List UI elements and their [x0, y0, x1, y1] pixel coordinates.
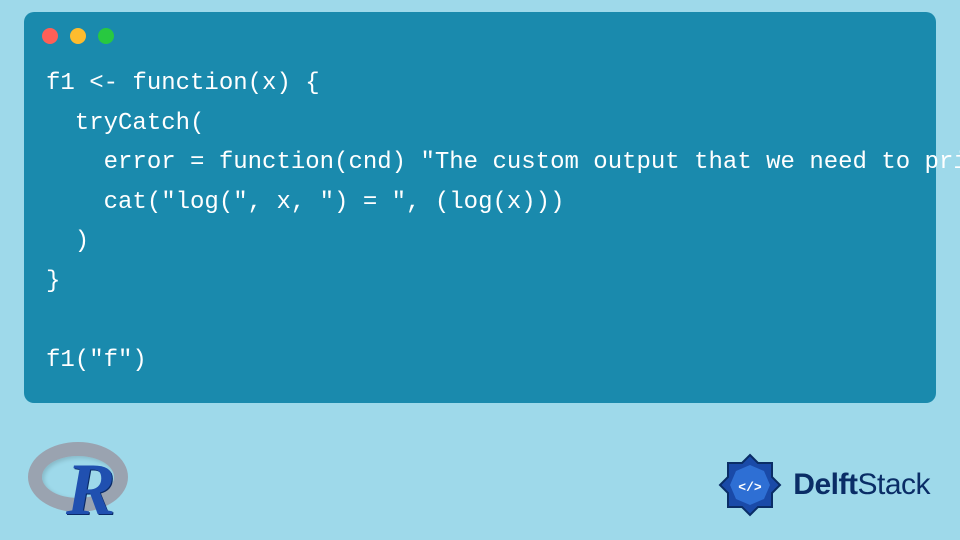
code-block: f1 <- function(x) { tryCatch( error = fu…: [24, 56, 936, 385]
maximize-icon: [98, 28, 114, 44]
delftstack-text-bold: Delft: [793, 468, 857, 501]
delftstack-badge-icon: </>: [717, 452, 783, 518]
r-logo-letter: R: [66, 448, 115, 533]
svg-text:</>: </>: [739, 480, 763, 495]
close-icon: [42, 28, 58, 44]
r-language-logo: R: [28, 438, 138, 526]
minimize-icon: [70, 28, 86, 44]
code-window: f1 <- function(x) { tryCatch( error = fu…: [24, 12, 936, 403]
delftstack-text: DelftStack: [793, 468, 930, 502]
window-titlebar: [24, 12, 936, 56]
delftstack-text-rest: Stack: [857, 468, 930, 501]
delftstack-logo: </> DelftStack: [717, 452, 930, 518]
